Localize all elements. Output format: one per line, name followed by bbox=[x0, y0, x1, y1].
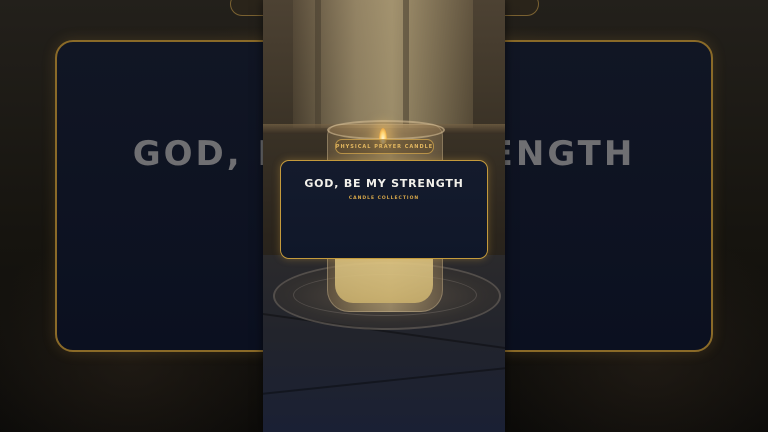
window-mullion bbox=[403, 0, 409, 128]
video-frame[interactable]: GOD, BE MY STRENGTH PHYSICAL PRAYER CAND… bbox=[0, 0, 768, 432]
card-subtitle: CANDLE COLLECTION bbox=[348, 196, 420, 201]
window-mullion bbox=[315, 0, 321, 128]
card-title: GOD, BE MY STRENGTH bbox=[304, 177, 464, 190]
candle-label-text: PHYSICAL PRAYER CANDLE bbox=[335, 143, 434, 150]
candle-label-pill: PHYSICAL PRAYER CANDLE bbox=[335, 139, 434, 154]
title-card: GOD, BE MY STRENGTH CANDLE COLLECTION bbox=[280, 160, 488, 259]
